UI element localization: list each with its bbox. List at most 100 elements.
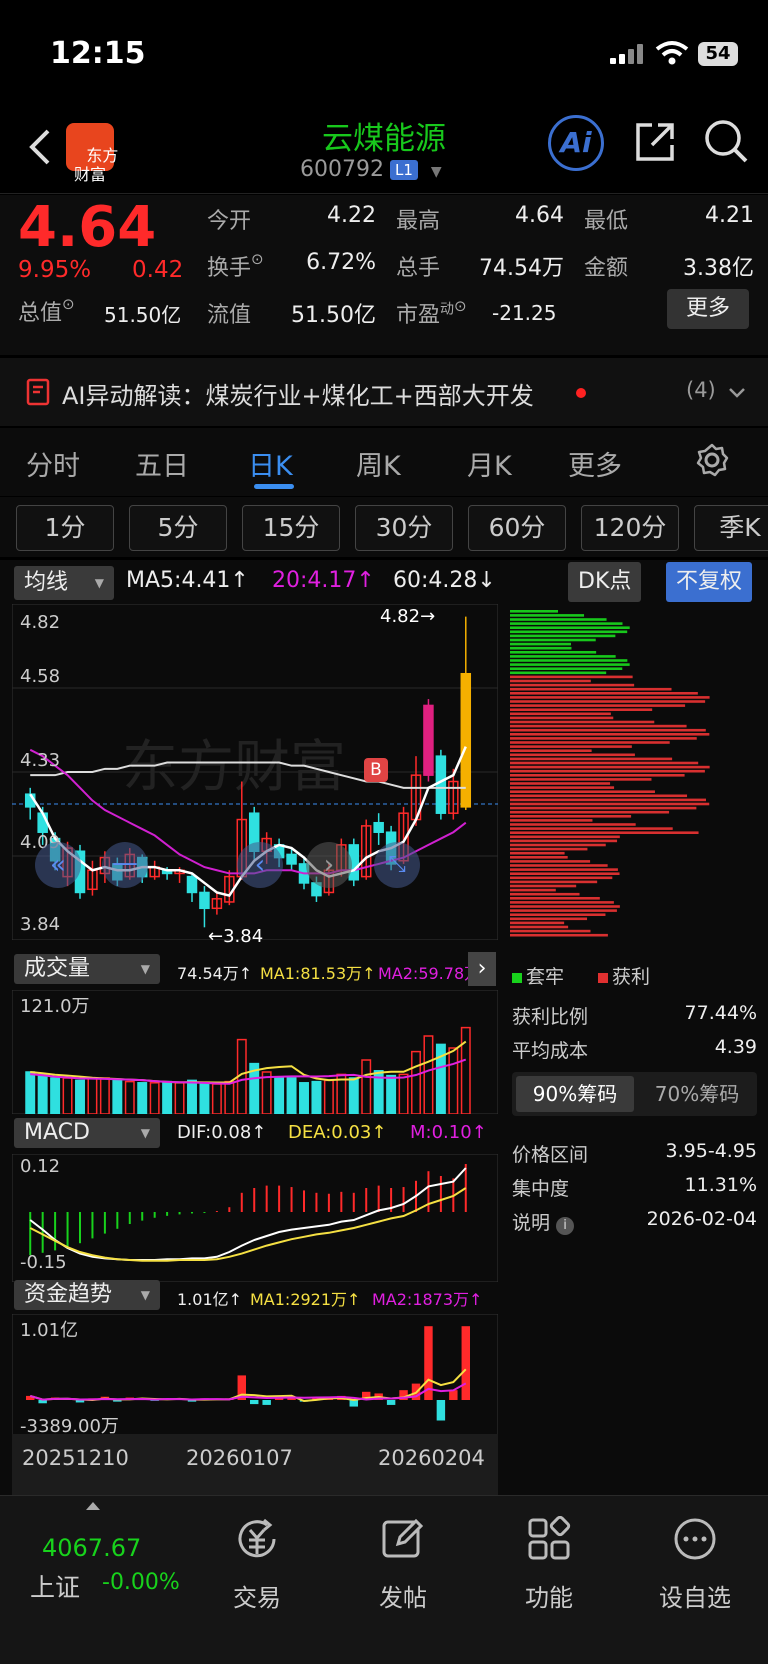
turnover-label: 换手⊙ — [207, 250, 264, 281]
volume-bar — [162, 1080, 173, 1114]
chip-distribution-chart[interactable] — [510, 606, 760, 940]
share-icon[interactable] — [632, 119, 678, 165]
tab-five-day[interactable]: 五日 — [135, 444, 189, 483]
change-amount: 0.42 — [132, 257, 184, 283]
chip-bar — [510, 700, 706, 703]
volume-bar — [137, 1082, 148, 1114]
period-quarter-k[interactable]: 季K — [694, 505, 768, 551]
ai-insight-banner[interactable]: AI异动解读：煤炭行业+煤化工+西部大开发 (4) — [0, 358, 768, 426]
fullscreen-button[interactable]: ⤡ — [374, 842, 420, 888]
search-icon[interactable] — [702, 117, 750, 165]
post-icon[interactable] — [380, 1516, 426, 1562]
chip-bar — [510, 774, 685, 777]
candle-body — [435, 755, 447, 814]
scroll-left-fast-button[interactable]: « — [35, 842, 81, 888]
wifi-icon — [655, 41, 689, 65]
chip-bar — [510, 798, 707, 802]
function-icon[interactable] — [526, 1516, 572, 1562]
tab-weekly-k[interactable]: 周K — [356, 444, 401, 483]
nav-function[interactable]: 功能 — [489, 1578, 609, 1613]
nav-trade[interactable]: 交易 — [197, 1578, 317, 1613]
note-row[interactable]: 说明 i 2026-02-04 — [512, 1208, 757, 1235]
volume-bar — [75, 1079, 85, 1114]
status-time: 12:15 — [50, 36, 146, 71]
period-5min[interactable]: 5分 — [129, 505, 227, 551]
volume-bar — [187, 1079, 197, 1114]
macd-chart[interactable] — [12, 1154, 498, 1282]
chevron-right-icon[interactable]: › — [468, 952, 496, 986]
chip-bar — [510, 868, 618, 871]
tab-more[interactable]: 更多 — [568, 444, 622, 483]
chip-bar — [510, 909, 617, 912]
y-label-4-82: 4.82 — [20, 612, 61, 633]
chip-bar — [510, 663, 630, 666]
volume-bar — [361, 1059, 372, 1114]
pe-label: 市盈动⊙ — [396, 297, 467, 328]
volume-bar — [112, 1079, 123, 1114]
indicator-select-volume[interactable]: 成交量 ▼ — [14, 954, 160, 984]
ai-button[interactable]: Ai — [548, 115, 604, 171]
more-options-icon[interactable] — [672, 1516, 718, 1562]
scroll-left-button[interactable]: ‹ — [237, 842, 283, 888]
chip-bar — [510, 888, 556, 892]
chip-bar — [510, 618, 607, 621]
chip-bar — [510, 646, 572, 650]
volume-bar — [174, 1082, 185, 1114]
chip-bar — [510, 708, 653, 711]
tab-90-chips[interactable]: 90%筹码 — [516, 1076, 634, 1112]
low-marker: ←3.84 — [208, 926, 264, 947]
candlestick-chart[interactable]: 东方财富 — [12, 604, 498, 940]
period-120min[interactable]: 120分 — [581, 505, 679, 551]
scroll-right-button[interactable]: › — [306, 842, 352, 888]
chip-bar — [510, 749, 592, 752]
battery-level: 54 — [705, 43, 731, 64]
period-30min[interactable]: 30分 — [355, 505, 453, 551]
zoom-out-button[interactable]: — — [102, 842, 148, 888]
indicator-select-macd[interactable]: MACD ▼ — [14, 1118, 160, 1148]
fund-bar — [436, 1400, 446, 1421]
volume-label: 总手 — [396, 256, 441, 281]
candle-body — [186, 875, 198, 894]
level-badge: L1 — [389, 160, 418, 180]
tab-intraday[interactable]: 分时 — [26, 444, 80, 483]
chip-bar — [510, 622, 623, 625]
indicator-select-ma[interactable]: 均线 ▼ — [14, 566, 114, 600]
nav-add-watchlist[interactable]: 设自选 — [635, 1578, 755, 1613]
buy-marker[interactable]: B — [364, 758, 388, 782]
chevron-down-icon — [729, 388, 745, 398]
watermark: 东方财富 — [122, 735, 346, 798]
stock-code[interactable]: 600792 L1 ▼ — [300, 157, 442, 182]
fund-ma2: MA2:1873万↑ — [372, 1290, 483, 1309]
volume-value: 74.54万 — [479, 256, 564, 281]
legend-profit: 获利 — [598, 962, 650, 989]
period-1min[interactable]: 1分 — [16, 505, 114, 551]
chip-bar — [510, 806, 697, 810]
index-change[interactable]: -0.00% — [102, 1570, 180, 1595]
chip-bar — [510, 819, 593, 822]
tab-monthly-k[interactable]: 月K — [467, 444, 512, 483]
turnover-value: 6.72% — [306, 250, 376, 275]
index-name[interactable]: 上证 — [30, 1568, 80, 1604]
indicator-select-fund[interactable]: 资金趋势 ▼ — [14, 1280, 160, 1310]
dk-point-button[interactable]: DK点 — [568, 562, 642, 602]
tab-daily-k[interactable]: 日K — [248, 444, 293, 483]
up-arrow-icon — [86, 1502, 100, 1510]
chip-bar — [510, 642, 572, 646]
settings-icon[interactable] — [694, 442, 730, 478]
no-adjust-button[interactable]: 不复权 — [666, 562, 753, 602]
index-value[interactable]: 4067.67 — [42, 1534, 141, 1562]
info-icon: ⊙ — [251, 250, 264, 268]
chip-bar — [510, 835, 620, 839]
period-15min[interactable]: 15分 — [242, 505, 340, 551]
chip-bar — [510, 921, 565, 925]
chip-bar — [510, 728, 706, 732]
mktcap-label: 总值⊙ — [18, 295, 75, 326]
chip-bar — [510, 843, 606, 847]
macd-y-top: 0.12 — [20, 1156, 61, 1177]
period-60min[interactable]: 60分 — [468, 505, 566, 551]
tab-70-chips[interactable]: 70%筹码 — [638, 1076, 756, 1112]
more-button[interactable]: 更多 — [667, 289, 749, 329]
nav-post[interactable]: 发帖 — [343, 1578, 463, 1613]
trade-icon[interactable] — [234, 1516, 280, 1562]
legend-trap: 套牢 — [512, 962, 564, 989]
